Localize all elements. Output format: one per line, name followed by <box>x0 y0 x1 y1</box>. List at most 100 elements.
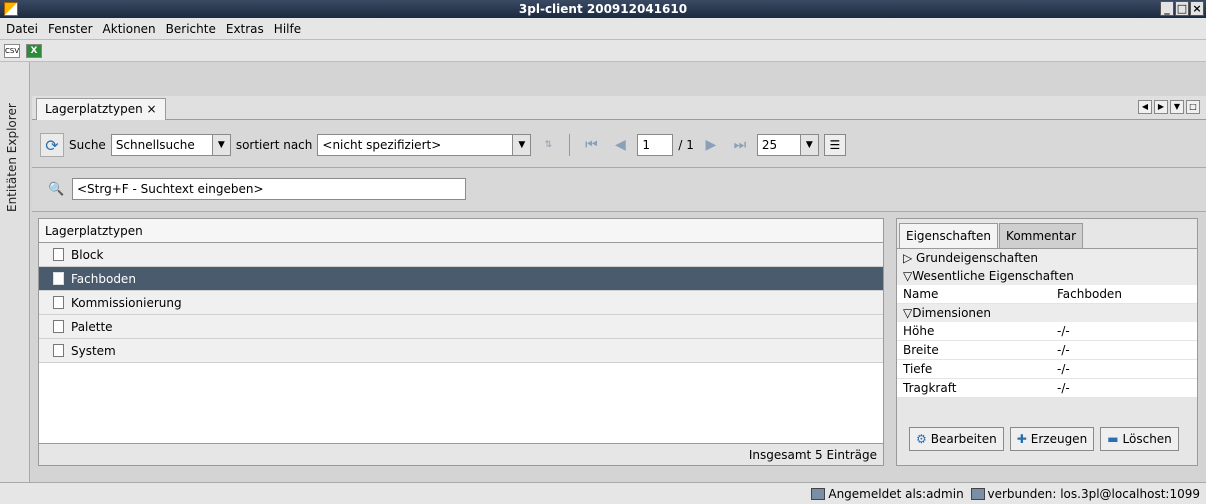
list-item-selected[interactable]: Fachboden <box>39 267 883 291</box>
list-item[interactable]: System <box>39 339 883 363</box>
tab-scroll-right-icon[interactable]: ▶ <box>1154 100 1168 114</box>
property-key: Tragkraft <box>903 381 957 395</box>
chevron-down-icon[interactable]: ▼ <box>512 135 531 155</box>
edit-button[interactable]: ⚙ Bearbeiten <box>909 427 1004 451</box>
list-item[interactable]: Palette <box>39 315 883 339</box>
sort-select[interactable]: <nicht spezifiziert> ▼ <box>317 134 532 156</box>
next-page-icon[interactable]: ▶ <box>699 134 723 156</box>
entity-list: Lagerplatztypen Block Fachboden Kommissi… <box>38 218 884 466</box>
property-value[interactable]: -/- <box>1051 360 1197 378</box>
property-row-depth: Tiefe -/- <box>897 360 1197 379</box>
menu-datei[interactable]: Datei <box>6 22 38 36</box>
chevron-down-icon[interactable]: ▼ <box>211 135 230 155</box>
separator <box>569 134 571 156</box>
minimize-button[interactable]: _ <box>1160 1 1174 16</box>
document-icon <box>53 320 64 333</box>
property-row-capacity: Tragkraft -/- <box>897 379 1197 398</box>
property-row-width: Breite -/- <box>897 341 1197 360</box>
document-icon <box>53 272 64 285</box>
login-status: Angemeldet als:admin <box>828 487 964 501</box>
menu-fenster[interactable]: Fenster <box>48 22 93 36</box>
tab-label: Lagerplatztypen <box>45 102 143 116</box>
list-view-icon[interactable]: ☰ <box>823 134 846 156</box>
search-label: Suche <box>69 138 106 152</box>
property-key: Name <box>903 287 939 301</box>
menu-aktionen[interactable]: Aktionen <box>103 22 156 36</box>
window-title: 3pl-client 200912041610 <box>518 2 688 16</box>
user-icon <box>811 488 826 500</box>
page-total: / 1 <box>678 138 694 152</box>
properties-panel: Eigenschaften Kommentar ▷ Grundeigenscha… <box>896 218 1198 466</box>
property-value[interactable]: Fachboden <box>1051 285 1197 303</box>
list-item-label: Block <box>71 247 104 262</box>
list-item[interactable]: Kommissionierung <box>39 291 883 315</box>
search-mode-select[interactable]: Schnellsuche ▼ <box>110 134 231 156</box>
list-item-label: Fachboden <box>71 271 136 286</box>
page-size-select[interactable]: 25 ▼ <box>756 134 819 156</box>
maximize-button[interactable]: □ <box>1175 1 1189 16</box>
list-column-header[interactable]: Lagerplatztypen <box>39 219 883 243</box>
title-bar: 3pl-client 200912041610 _ □ × <box>0 0 1206 18</box>
tab-kommentar[interactable]: Kommentar <box>999 223 1084 248</box>
magnifier-icon: 🔍 <box>48 182 65 197</box>
delete-button[interactable]: ▬ Löschen <box>1100 427 1179 451</box>
connection-status: verbunden: los.3pl@localhost:1099 <box>987 487 1200 501</box>
tab-close-icon[interactable]: × <box>147 102 157 116</box>
list-item-label: Kommissionierung <box>71 295 182 310</box>
chevron-down-icon[interactable]: ▼ <box>799 135 818 155</box>
document-icon <box>53 296 64 309</box>
excel-export-icon[interactable]: X <box>26 43 42 58</box>
menu-hilfe[interactable]: Hilfe <box>274 22 301 36</box>
refresh-icon[interactable]: ⟳ <box>40 133 64 157</box>
sort-label: sortiert nach <box>235 138 313 152</box>
menu-extras[interactable]: Extras <box>226 22 264 36</box>
property-key: Tiefe <box>903 362 933 376</box>
tab-lagerplatztypen[interactable]: Lagerplatztypen × <box>36 98 166 120</box>
tab-eigenschaften[interactable]: Eigenschaften <box>899 223 999 248</box>
network-icon <box>970 488 985 500</box>
sort-value: <nicht spezifiziert> <box>322 138 442 152</box>
create-button-label: Erzeugen <box>1030 432 1088 446</box>
sort-direction-icon[interactable]: ⇅ <box>536 134 560 156</box>
list-count: Insgesamt 5 Einträge <box>39 443 883 465</box>
close-button[interactable]: × <box>1190 1 1204 16</box>
property-value[interactable]: -/- <box>1051 322 1197 340</box>
menu-bar: Datei Fenster Aktionen Berichte Extras H… <box>0 18 1206 40</box>
property-key: Breite <box>903 343 939 357</box>
section-dimensions[interactable]: ▽Dimensionen <box>897 304 1197 322</box>
query-toolbar: ⟳ Suche Schnellsuche ▼ sortiert nach <ni… <box>32 120 1206 168</box>
tab-maximize-icon[interactable]: □ <box>1186 100 1200 114</box>
list-item[interactable]: Block <box>39 243 883 267</box>
search-mode-value: Schnellsuche <box>115 138 195 152</box>
entity-explorer-sidebar[interactable]: Entitäten Explorer <box>0 62 30 504</box>
search-bar: 🔍 <Strg+F - Suchtext eingeben> <box>32 168 1206 212</box>
property-value[interactable]: -/- <box>1051 379 1197 397</box>
menu-berichte[interactable]: Berichte <box>166 22 216 36</box>
property-row-name: Name Fachboden <box>897 285 1197 304</box>
document-icon <box>53 344 64 357</box>
section-essential[interactable]: ▽Wesentliche Eigenschaften <box>897 267 1197 285</box>
minus-icon: ▬ <box>1107 432 1119 446</box>
property-row-height: Höhe -/- <box>897 322 1197 341</box>
tab-scroll-left-icon[interactable]: ◀ <box>1138 100 1152 114</box>
section-basic[interactable]: ▷ Grundeigenschaften <box>897 249 1197 267</box>
last-page-icon[interactable]: ⏭ <box>728 134 752 156</box>
delete-button-label: Löschen <box>1122 432 1172 446</box>
create-button[interactable]: ✚ Erzeugen <box>1009 427 1095 451</box>
gear-icon: ⚙ <box>916 432 927 446</box>
tab-list-icon[interactable]: ▼ <box>1170 100 1184 114</box>
csv-export-icon[interactable]: CSV <box>4 43 20 58</box>
sidebar-label: Entitäten Explorer <box>5 103 19 212</box>
page-number-input[interactable]: 1 <box>637 134 674 156</box>
list-item-label: System <box>71 343 116 358</box>
search-input[interactable]: <Strg+F - Suchtext eingeben> <box>72 178 466 200</box>
list-item-label: Palette <box>71 319 113 334</box>
status-bar: Angemeldet als:admin verbunden: los.3pl@… <box>0 482 1206 504</box>
previous-page-icon[interactable]: ◀ <box>608 134 632 156</box>
property-value[interactable]: -/- <box>1051 341 1197 359</box>
first-page-icon[interactable]: ⏮ <box>579 134 603 156</box>
plus-icon: ✚ <box>1016 432 1027 446</box>
property-key: Höhe <box>903 324 935 338</box>
page-size-value: 25 <box>761 138 778 152</box>
edit-button-label: Bearbeiten <box>930 432 997 446</box>
